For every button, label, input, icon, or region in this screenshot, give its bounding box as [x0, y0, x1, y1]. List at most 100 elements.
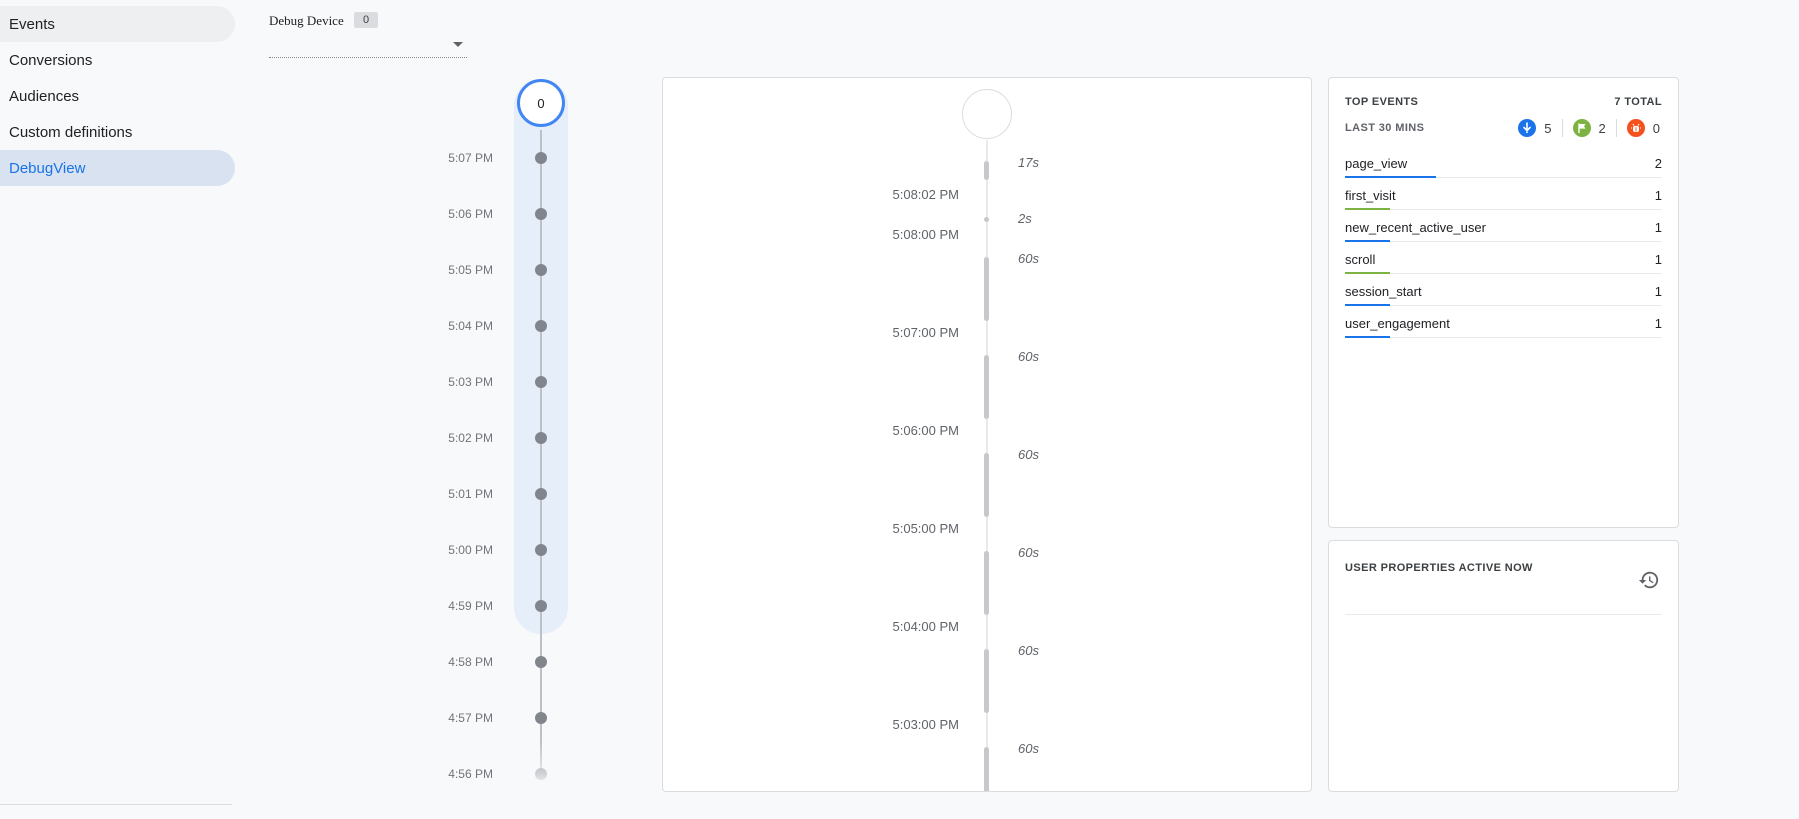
- minute-dot[interactable]: [535, 152, 547, 164]
- minute-dot[interactable]: [535, 712, 547, 724]
- sidebar-item-audiences[interactable]: Audiences: [0, 78, 235, 114]
- gap-label: 60s: [1018, 349, 1039, 364]
- event-row-user-engagement[interactable]: user_engagement 1: [1345, 310, 1662, 338]
- event-name: new_recent_active_user: [1345, 220, 1486, 235]
- event-row-new-recent-active-user[interactable]: new_recent_active_user 1: [1345, 214, 1662, 242]
- event-type-counts: 5 2 0: [1518, 118, 1660, 138]
- event-share-bar: [1345, 272, 1391, 274]
- debug-device-dropdown[interactable]: [269, 36, 467, 58]
- sidebar-item-events[interactable]: Events: [0, 6, 235, 42]
- event-share-bar: [1345, 304, 1391, 306]
- seconds-segment: [984, 747, 989, 791]
- minute-dot[interactable]: [535, 208, 547, 220]
- seconds-segment: [984, 217, 989, 222]
- minute-label: 5:03 PM: [448, 375, 493, 389]
- event-share-bar: [1345, 208, 1391, 210]
- minute-label: 5:04 PM: [448, 319, 493, 333]
- seconds-segment: [984, 453, 989, 517]
- time-label: 5:08:00 PM: [892, 227, 960, 242]
- minute-dot[interactable]: [535, 544, 547, 556]
- minute-label: 5:06 PM: [448, 207, 493, 221]
- minute-row: 4:57 PM: [420, 708, 580, 728]
- event-divider: [1345, 241, 1662, 242]
- event-divider: [1345, 209, 1662, 210]
- sidebar-divider: [0, 804, 232, 805]
- minute-label: 4:56 PM: [448, 767, 493, 781]
- error-count-item: 0: [1626, 119, 1660, 137]
- error-icon: [1626, 119, 1645, 137]
- event-row-scroll[interactable]: scroll 1: [1345, 246, 1662, 274]
- gap-label: 60s: [1018, 251, 1039, 266]
- event-count: 1: [1654, 284, 1662, 299]
- user-properties-panel: USER PROPERTIES ACTIVE NOW: [1328, 540, 1679, 792]
- minute-label: 5:02 PM: [448, 431, 493, 445]
- minute-row: 5:03 PM: [420, 372, 580, 392]
- time-label: 5:04:00 PM: [892, 619, 960, 634]
- minute-label: 4:57 PM: [448, 711, 493, 725]
- event-name: scroll: [1345, 252, 1376, 267]
- sidebar-item-label: Audiences: [9, 87, 80, 105]
- minute-row: 5:00 PM: [420, 540, 580, 560]
- sidebar-item-label: Conversions: [9, 51, 93, 69]
- sidebar-item-label: Events: [9, 15, 55, 33]
- event-count-item: 5: [1518, 119, 1552, 137]
- seconds-segment: [984, 355, 989, 419]
- minute-row: 5:02 PM: [420, 428, 580, 448]
- sidebar-item-label: Custom definitions: [9, 123, 133, 141]
- top-events-title: TOP EVENTS: [1345, 96, 1419, 108]
- minute-dot[interactable]: [535, 320, 547, 332]
- minute-timeline-line: [540, 130, 542, 780]
- minute-label: 4:58 PM: [448, 655, 493, 669]
- minute-dot[interactable]: [535, 656, 547, 668]
- gap-label: 60s: [1018, 741, 1039, 756]
- event-share-bar: [1345, 240, 1391, 242]
- debug-device-count-badge: 0: [354, 12, 378, 28]
- minute-row: 5:06 PM: [420, 204, 580, 224]
- event-row-page-view[interactable]: page_view 2: [1345, 150, 1662, 178]
- top-events-subtitle: LAST 30 MINS: [1345, 122, 1425, 134]
- minute-label: 5:05 PM: [448, 263, 493, 277]
- history-icon[interactable]: [1638, 569, 1660, 591]
- event-count: 2: [1654, 156, 1662, 171]
- minute-timeline-fade: [520, 740, 564, 790]
- gap-label: 60s: [1018, 447, 1039, 462]
- minute-label: 4:59 PM: [448, 599, 493, 613]
- minute-row: 5:04 PM: [420, 316, 580, 336]
- minute-timeline-top-count[interactable]: 0: [517, 79, 565, 127]
- event-name: page_view: [1345, 156, 1408, 171]
- minute-dot[interactable]: [535, 488, 547, 500]
- top-events-total: 7 TOTAL: [1614, 96, 1662, 108]
- seconds-segment: [984, 257, 989, 321]
- event-divider: [1345, 305, 1662, 306]
- event-count-value: 5: [1544, 120, 1552, 136]
- sidebar-item-debugview[interactable]: DebugView: [0, 150, 235, 186]
- minute-dot[interactable]: [535, 432, 547, 444]
- minute-dot[interactable]: [535, 600, 547, 612]
- minute-label: 5:00 PM: [448, 543, 493, 557]
- event-name: user_engagement: [1345, 316, 1450, 331]
- top-events-panel: TOP EVENTS 7 TOTAL LAST 30 MINS 5 2 0 pa…: [1328, 77, 1679, 528]
- event-divider: [1345, 273, 1662, 274]
- event-count: 1: [1654, 316, 1662, 331]
- gap-label: 60s: [1018, 643, 1039, 658]
- seconds-segment: [984, 551, 989, 615]
- minute-dot[interactable]: [535, 264, 547, 276]
- event-row-first-visit[interactable]: first_visit 1: [1345, 182, 1662, 210]
- sidebar-item-custom-definitions[interactable]: Custom definitions: [0, 114, 235, 150]
- time-label: 5:08:02 PM: [892, 187, 960, 202]
- seconds-segment: [984, 649, 989, 713]
- sidebar-item-conversions[interactable]: Conversions: [0, 42, 235, 78]
- event-row-session-start[interactable]: session_start 1: [1345, 278, 1662, 306]
- debug-device-label: Debug Device: [269, 13, 344, 28]
- event-count: 1: [1654, 220, 1662, 235]
- seconds-stream-top-circle[interactable]: [962, 89, 1012, 139]
- event-count: 1: [1654, 252, 1662, 267]
- minute-row: 5:01 PM: [420, 484, 580, 504]
- gap-label: 2s: [1018, 211, 1032, 226]
- sidebar: Events Conversions Audiences Custom defi…: [0, 0, 240, 819]
- count-separator: [1561, 119, 1563, 137]
- event-name: first_visit: [1345, 188, 1396, 203]
- user-properties-divider: [1345, 614, 1662, 615]
- minute-row: 5:05 PM: [420, 260, 580, 280]
- minute-dot[interactable]: [535, 376, 547, 388]
